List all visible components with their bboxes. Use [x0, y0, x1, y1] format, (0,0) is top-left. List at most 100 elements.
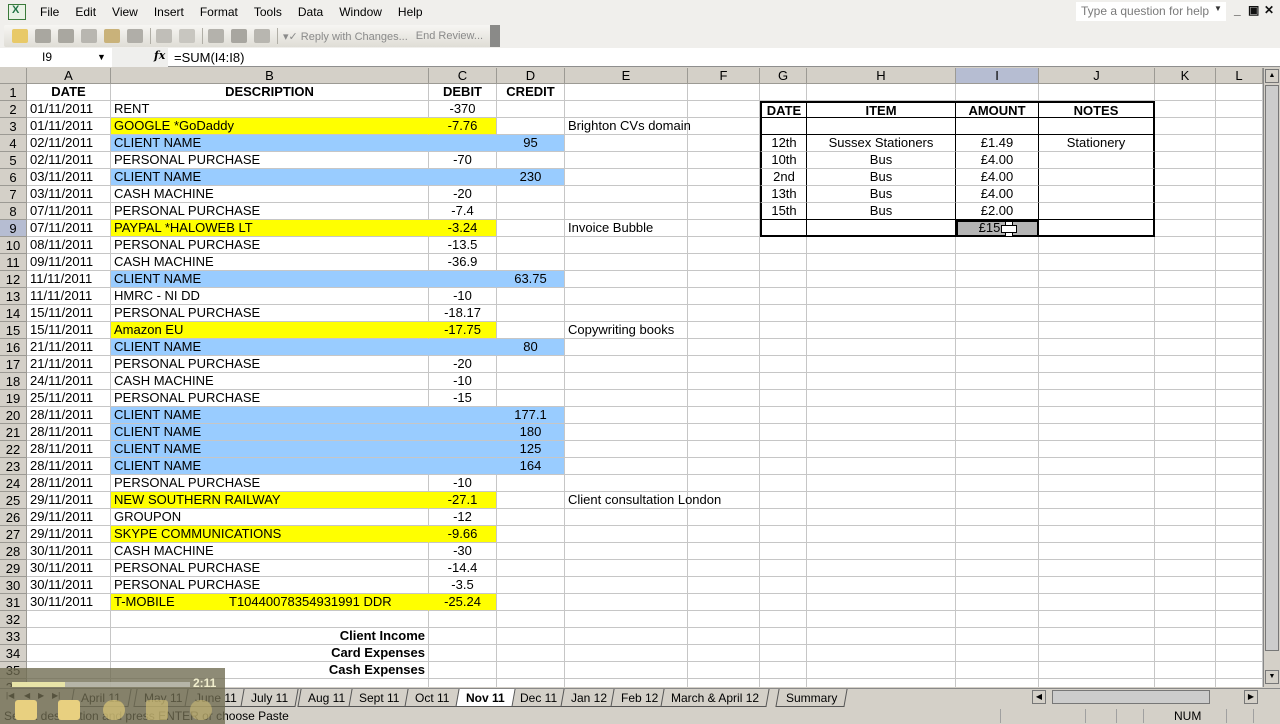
new-comment-icon[interactable] — [35, 29, 51, 43]
cell[interactable] — [565, 84, 688, 101]
cash-table-date-cell[interactable]: 10th — [760, 152, 807, 169]
cell[interactable] — [497, 679, 565, 687]
record-icon[interactable] — [103, 700, 125, 720]
cell[interactable] — [1155, 628, 1216, 645]
cell[interactable] — [956, 237, 1039, 254]
cell[interactable] — [1216, 577, 1263, 594]
cell[interactable] — [1216, 84, 1263, 101]
credit-cell[interactable] — [497, 356, 565, 373]
cell[interactable] — [688, 543, 760, 560]
cell[interactable] — [956, 305, 1039, 322]
cell[interactable] — [688, 152, 760, 169]
cell[interactable] — [807, 271, 956, 288]
cell[interactable] — [1216, 594, 1263, 611]
cell[interactable] — [1216, 390, 1263, 407]
credit-cell[interactable] — [497, 254, 565, 271]
date-cell[interactable]: 28/11/2011 — [27, 424, 111, 441]
cell[interactable] — [565, 543, 688, 560]
cell[interactable] — [688, 594, 760, 611]
cell[interactable] — [956, 373, 1039, 390]
cell[interactable] — [1155, 662, 1216, 679]
cell[interactable] — [429, 662, 497, 679]
cell[interactable] — [565, 271, 688, 288]
scroll-up-icon[interactable]: ▲ — [1265, 69, 1279, 83]
row-header-5[interactable]: 5 — [0, 152, 27, 169]
cell[interactable] — [1039, 237, 1155, 254]
row-header-6[interactable]: 6 — [0, 169, 27, 186]
column-header-h[interactable]: H — [807, 68, 956, 84]
description-cell[interactable]: NEW SOUTHERN RAILWAY — [111, 492, 429, 509]
cell[interactable] — [807, 594, 956, 611]
cell[interactable] — [807, 254, 956, 271]
cell[interactable] — [1216, 254, 1263, 271]
cell[interactable] — [565, 407, 688, 424]
column-header-i[interactable]: I — [956, 68, 1039, 84]
menu-data[interactable]: Data — [290, 0, 331, 24]
note-cell[interactable]: Invoice Bubble — [565, 220, 688, 237]
description-cell[interactable]: PERSONAL PURCHASE — [111, 560, 429, 577]
column-header-c[interactable]: C — [429, 68, 497, 84]
cell[interactable] — [760, 441, 807, 458]
row-header-29[interactable]: 29 — [0, 560, 27, 577]
cell[interactable] — [688, 271, 760, 288]
credit-cell[interactable] — [497, 594, 565, 611]
cell[interactable] — [565, 424, 688, 441]
debit-cell[interactable] — [429, 271, 497, 288]
cell[interactable] — [688, 220, 760, 237]
credit-cell[interactable]: 125 — [497, 441, 565, 458]
sheet-tab-aug-11[interactable]: Aug 11 — [297, 689, 356, 707]
cell[interactable] — [688, 305, 760, 322]
date-cell[interactable]: 08/11/2011 — [27, 237, 111, 254]
cell[interactable] — [1155, 475, 1216, 492]
cell[interactable] — [1216, 679, 1263, 687]
horizontal-scroll-thumb[interactable] — [1052, 690, 1210, 704]
row-header-27[interactable]: 27 — [0, 526, 27, 543]
cell[interactable] — [688, 84, 760, 101]
date-cell[interactable]: 28/11/2011 — [27, 458, 111, 475]
vertical-scroll-thumb[interactable] — [1265, 85, 1279, 651]
credit-cell[interactable]: 80 — [497, 339, 565, 356]
row-header-18[interactable]: 18 — [0, 373, 27, 390]
cell[interactable] — [807, 611, 956, 628]
credit-cell[interactable] — [497, 101, 565, 118]
vertical-scrollbar[interactable]: ▲ ▼ — [1263, 68, 1280, 687]
row-header-8[interactable]: 8 — [0, 203, 27, 220]
cell[interactable] — [807, 424, 956, 441]
cell[interactable] — [1216, 492, 1263, 509]
cash-table-date-cell[interactable]: 15th — [760, 203, 807, 220]
row-header-3[interactable]: 3 — [0, 118, 27, 135]
excel-app-icon[interactable] — [8, 4, 26, 20]
cell[interactable] — [565, 645, 688, 662]
cell[interactable] — [760, 679, 807, 687]
menu-edit[interactable]: Edit — [67, 0, 104, 24]
date-cell[interactable]: 28/11/2011 — [27, 441, 111, 458]
sheet-tab-summary[interactable]: Summary — [775, 689, 848, 707]
date-cell[interactable]: 03/11/2011 — [27, 169, 111, 186]
cell[interactable] — [1155, 135, 1216, 152]
description-cell[interactable]: CASH MACHINE — [111, 186, 429, 203]
cell[interactable] — [688, 390, 760, 407]
debit-cell[interactable] — [429, 441, 497, 458]
cell[interactable] — [807, 390, 956, 407]
cell[interactable] — [688, 356, 760, 373]
cell[interactable] — [1155, 594, 1216, 611]
cell[interactable] — [956, 390, 1039, 407]
name-box-dropdown-icon[interactable]: ▼ — [97, 48, 106, 67]
cell[interactable] — [565, 305, 688, 322]
description-cell[interactable]: PERSONAL PURCHASE — [111, 475, 429, 492]
row-header-28[interactable]: 28 — [0, 543, 27, 560]
cell[interactable] — [1039, 662, 1155, 679]
description-cell[interactable]: SKYPE COMMUNICATIONS — [111, 526, 429, 543]
debit-cell[interactable] — [429, 169, 497, 186]
cell[interactable] — [688, 118, 760, 135]
debit-cell[interactable]: -10 — [429, 288, 497, 305]
cell[interactable] — [497, 611, 565, 628]
cell[interactable] — [1216, 543, 1263, 560]
cell[interactable] — [1216, 356, 1263, 373]
row-header-16[interactable]: 16 — [0, 339, 27, 356]
row-header-25[interactable]: 25 — [0, 492, 27, 509]
cell[interactable] — [1039, 441, 1155, 458]
debit-cell[interactable] — [429, 424, 497, 441]
share-icon[interactable] — [254, 29, 270, 43]
cell[interactable] — [760, 339, 807, 356]
